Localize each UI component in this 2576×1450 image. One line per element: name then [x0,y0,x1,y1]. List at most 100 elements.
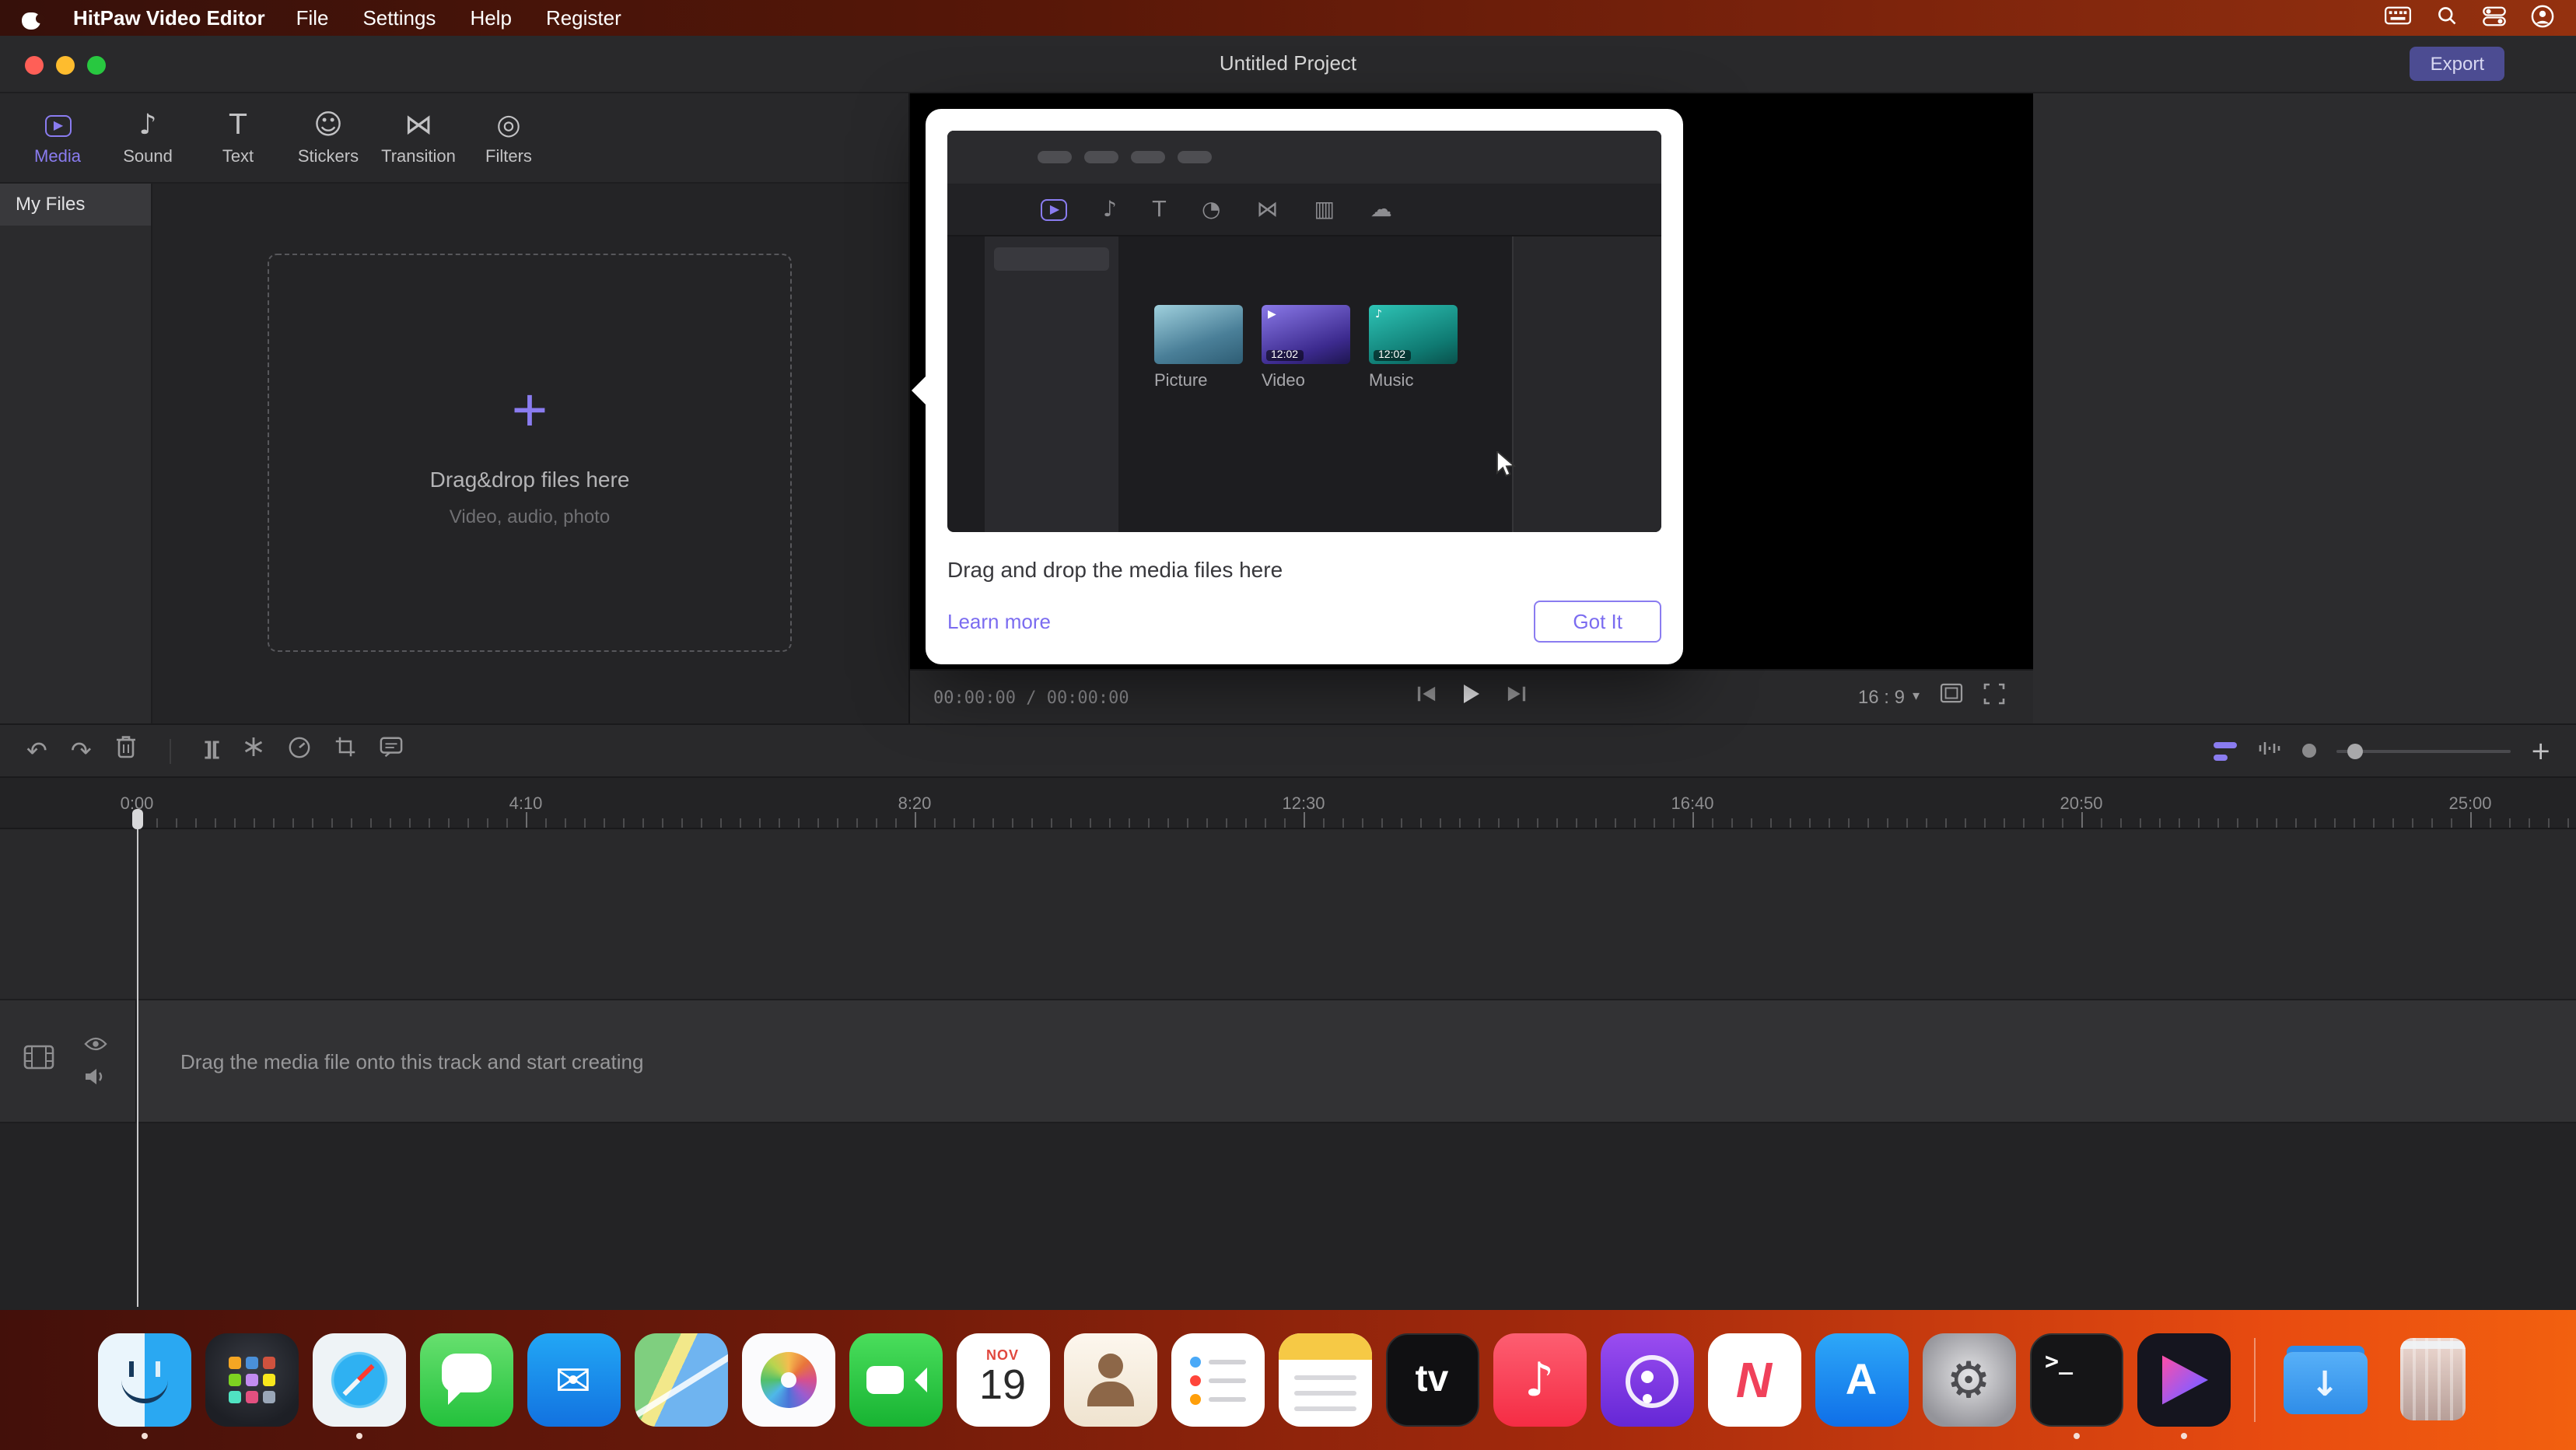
redo-button[interactable]: ↷ [71,738,92,763]
previous-frame-button[interactable] [1416,683,1437,711]
dock-app-icon[interactable] [97,1333,191,1427]
app-icon-art [2399,1338,2465,1420]
dock-app-icon[interactable] [1278,1333,1371,1427]
dock-app-icon[interactable] [1385,1333,1479,1427]
split-clip-button[interactable]: ][ [204,741,219,761]
mini-toolbar-icon: ♪ [1103,197,1117,222]
learn-more-link[interactable]: Learn more [947,610,1051,633]
dock-calendar-icon[interactable]: NOV 19 [956,1333,1049,1427]
dock-app-icon[interactable] [1922,1333,2015,1427]
media-dropzone[interactable]: + Drag&drop files here Video, audio, pho… [268,254,792,652]
timecode-display: 00:00:00 / 00:00:00 [933,687,1129,707]
dock-app-icon[interactable] [2385,1333,2479,1427]
dock-app-icon[interactable] [1707,1333,1801,1427]
dock-app-icon[interactable] [634,1333,727,1427]
dock-app-icon[interactable] [2029,1333,2123,1427]
media-tab[interactable]: T Text [193,110,283,166]
crop-button[interactable] [334,736,355,765]
fit-frame-icon[interactable] [1940,683,1963,711]
dock-app-icon[interactable] [1815,1333,1908,1427]
dock-app-icon[interactable] [849,1333,942,1427]
track-height-toggle-icon[interactable] [2213,741,2236,760]
ruler-time-label: 4:10 [509,795,543,814]
timeline-zoom-slider[interactable] [2336,749,2510,752]
mini-thumbnail: ▶ 12:02 Video [1262,305,1350,391]
mini-thumbnail-label: Music [1369,372,1458,391]
undo-button[interactable]: ↶ [26,738,47,763]
control-center-icon[interactable] [2483,4,2506,32]
app-icon-art [312,1333,405,1427]
zoom-in-button[interactable]: + [2530,738,2551,763]
dock-app-icon[interactable] [419,1333,513,1427]
track-header [0,1000,137,1122]
dock-app-icon[interactable] [1171,1333,1264,1427]
keyboard-icon[interactable] [2385,6,2411,30]
media-tab[interactable]: ⋈ Transition [373,110,464,166]
media-tab-label: Sound [123,147,173,166]
menubar-menu-item[interactable]: Register [546,6,621,30]
menubar-app-name[interactable]: HitPaw Video Editor [73,6,265,30]
add-media-plus-icon[interactable]: + [512,379,548,441]
play-button[interactable] [1461,682,1482,712]
mini-titlebar [947,131,1661,184]
aspect-ratio-dropdown[interactable]: 16 : 9 ▾ [1858,686,1920,708]
track-visibility-toggle[interactable] [84,1031,107,1059]
media-tabbar: ▶ Media ♪ Sound T Text ☺ Stickers ⋈ Tran… [0,93,908,184]
menubar-menu-item[interactable]: Settings [362,6,436,30]
dropzone-title: Drag&drop files here [430,466,630,491]
dock-app-icon[interactable] [2137,1333,2230,1427]
menubar-menu-item[interactable]: Help [470,6,512,30]
spotlight-search-icon[interactable] [2436,5,2458,31]
dock-app-icon[interactable] [205,1333,298,1427]
keyframe-button[interactable] [242,736,264,765]
dock-app-icon[interactable] [2278,1333,2371,1427]
app-icon-art [1278,1333,1371,1427]
timeline-body: Drag the media file onto this track and … [0,829,2576,1310]
zoom-out-button[interactable] [2301,744,2315,758]
sidebar-item-my-files[interactable]: My Files [0,184,151,226]
mini-toolbar-icon: ⋈ [1256,197,1278,222]
track-mute-toggle[interactable] [84,1066,106,1094]
next-frame-button[interactable] [1507,683,1527,711]
video-track[interactable]: Drag the media file onto this track and … [0,999,2576,1123]
mini-pill [1178,151,1212,163]
delete-button[interactable] [115,734,137,767]
fullscreen-icon[interactable] [1983,682,2005,712]
app-icon-art [205,1333,298,1427]
close-window-button[interactable] [25,56,44,75]
dock-app-icon[interactable] [1600,1333,1693,1427]
dock-separator [2253,1338,2255,1422]
timeline-empty-area [0,829,2576,999]
minimize-window-button[interactable] [56,56,75,75]
timeline-ruler[interactable]: 0:004:108:2012:3016:4020:5025:00 [0,778,2576,829]
media-tab[interactable]: ◎ Filters [464,110,554,166]
mini-thumbnail-image: ♪ 12:02 [1369,305,1458,364]
media-tab[interactable]: ☺ Stickers [283,110,373,166]
dock-app-icon[interactable] [1063,1333,1157,1427]
export-button[interactable]: Export [2410,47,2504,81]
app-icon-art [634,1333,727,1427]
mini-thumbnail-duration-badge: 12:02 [1374,350,1410,361]
dock-app-icon[interactable] [741,1333,835,1427]
dock-app-icon[interactable] [1493,1333,1586,1427]
dock-app-icon[interactable] [312,1333,405,1427]
app-icon-art [1922,1333,2015,1427]
waveform-toggle-icon[interactable] [2256,737,2281,765]
got-it-button[interactable]: Got It [1534,601,1661,643]
menubar-menu-item[interactable]: File [296,6,329,30]
window-titlebar: Untitled Project Export [0,36,2576,93]
apple-menu-icon[interactable] [22,7,42,29]
zoom-window-button[interactable] [87,56,106,75]
media-tab[interactable]: ▶ Media [12,110,103,166]
app-icon-art [849,1333,942,1427]
playhead[interactable] [137,809,138,1307]
subtitle-button[interactable] [379,736,402,765]
mini-thumbnail: ♪ 12:02 Music [1369,305,1458,391]
user-account-icon[interactable] [2531,4,2554,32]
media-tab[interactable]: ♪ Sound [103,110,193,166]
speed-button[interactable] [287,735,310,766]
mini-thumbnail-label: Video [1262,372,1350,391]
desktop-wallpaper: NOV 19 [0,1310,2576,1450]
dock-app-icon[interactable] [527,1333,620,1427]
calendar-month: NOV [956,1347,1049,1363]
